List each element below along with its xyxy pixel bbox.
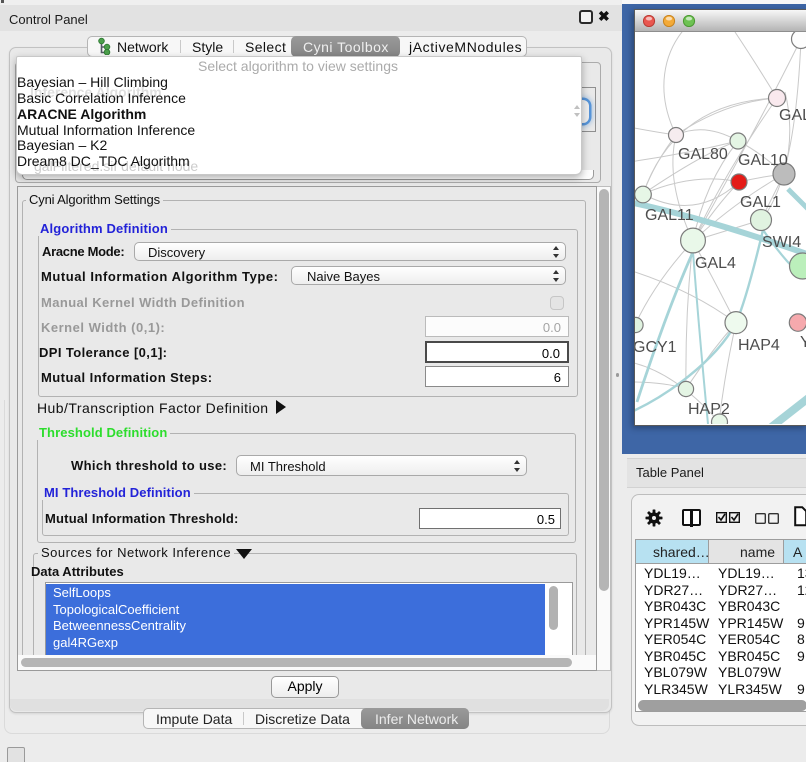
svg-text:SWI4: SWI4: [762, 234, 801, 251]
svg-text:GCY1: GCY1: [635, 339, 677, 356]
svg-text:HAP4: HAP4: [738, 337, 780, 354]
svg-text:HAP2: HAP2: [688, 401, 730, 418]
svg-text:GAL4: GAL4: [695, 255, 736, 272]
svg-text:GAL80: GAL80: [678, 146, 728, 163]
svg-text:GAL1: GAL1: [740, 194, 781, 211]
svg-text:GAL7: GAL7: [779, 107, 806, 124]
svg-text:GAL10: GAL10: [738, 152, 788, 169]
svg-text:Y: Y: [800, 334, 806, 351]
svg-text:GAL11: GAL11: [645, 207, 694, 224]
